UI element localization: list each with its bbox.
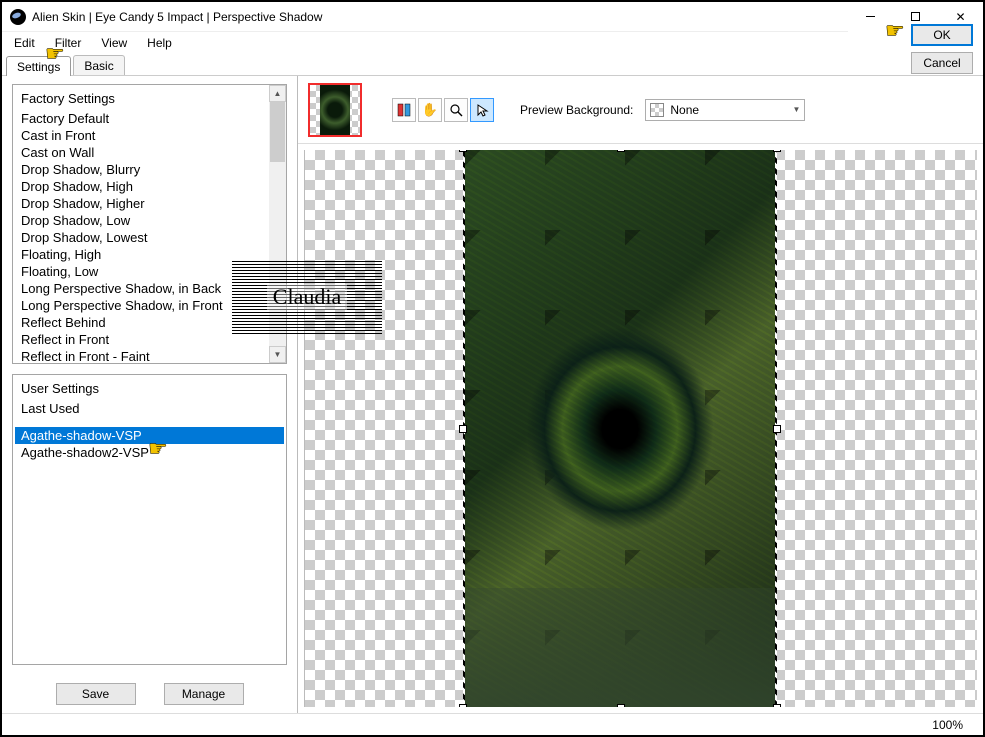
list-item[interactable]: Reflect in Front - Faint	[15, 348, 267, 363]
list-item[interactable]: Long Perspective Shadow, in Front	[15, 297, 267, 314]
menu-view[interactable]: View	[91, 33, 137, 53]
watermark-overlay: Claudia	[232, 260, 382, 334]
preview-thumbnail[interactable]	[308, 83, 362, 137]
minimize-icon	[866, 16, 875, 17]
watermark-text: Claudia	[267, 284, 347, 310]
list-item[interactable]: Reflect Behind	[15, 314, 267, 331]
scroll-down-icon[interactable]: ▼	[269, 346, 286, 363]
user-settings-header: User Settings	[15, 377, 284, 400]
chevron-down-icon: ▼	[792, 105, 800, 114]
zoom-level: 100%	[932, 718, 963, 732]
transparency-swatch-icon	[650, 103, 664, 117]
window-title: Alien Skin | Eye Candy 5 Impact | Perspe…	[32, 10, 322, 24]
list-item[interactable]: Drop Shadow, Blurry	[15, 161, 267, 178]
selection-handle[interactable]	[459, 150, 467, 152]
preview-background-select[interactable]: None ▼	[645, 99, 805, 121]
settings-buttons: Save Manage	[12, 675, 287, 705]
scroll-thumb[interactable]	[270, 102, 285, 162]
menu-bar: Edit Filter View Help	[2, 32, 983, 54]
menu-help[interactable]: Help	[137, 33, 182, 53]
user-list-inner: User Settings Last Used Agathe-shadow-VS…	[13, 375, 286, 664]
preview-pane: ✋ Preview Background: None ▼	[298, 76, 983, 713]
annotation-pointer-ok	[885, 24, 911, 42]
preview-toolbar: ✋ Preview Background: None ▼	[298, 76, 983, 144]
list-item[interactable]: Drop Shadow, Lowest	[15, 229, 267, 246]
list-item[interactable]: Drop Shadow, Higher	[15, 195, 267, 212]
scroll-up-icon[interactable]: ▲	[269, 85, 286, 102]
zoom-tool-icon[interactable]	[444, 98, 468, 122]
selection-handle[interactable]	[773, 425, 781, 433]
selection-handle[interactable]	[617, 704, 625, 707]
list-item[interactable]: Reflect in Front	[15, 331, 267, 348]
ok-button[interactable]: OK	[911, 24, 973, 46]
hand-pointer-icon	[148, 442, 174, 460]
tab-basic[interactable]: Basic	[73, 55, 124, 75]
save-button[interactable]: Save	[56, 683, 136, 705]
user-settings-list[interactable]: User Settings Last Used Agathe-shadow-VS…	[12, 374, 287, 665]
annotation-pointer-preset	[148, 442, 174, 460]
preview-background-label: Preview Background:	[520, 103, 633, 117]
menu-edit[interactable]: Edit	[4, 33, 45, 53]
app-icon	[10, 9, 26, 25]
settings-pane: Factory Settings Factory Default Cast in…	[2, 76, 298, 713]
selection-handle[interactable]	[459, 425, 467, 433]
hand-tool-icon[interactable]: ✋	[418, 98, 442, 122]
selection-handle[interactable]	[773, 704, 781, 707]
list-item[interactable]: Cast in Front	[15, 127, 267, 144]
ok-cancel-group: OK Cancel	[911, 24, 973, 74]
tool-icons: ✋	[392, 98, 494, 122]
tabs-bar: Settings Basic OK Cancel	[2, 54, 983, 76]
list-item[interactable]: Long Perspective Shadow, in Back	[15, 280, 267, 297]
last-used-item[interactable]: Last Used	[15, 400, 284, 417]
title-bar: Alien Skin | Eye Candy 5 Impact | Perspe…	[2, 2, 983, 32]
selection-handle[interactable]	[459, 704, 467, 707]
selection-marquee	[463, 150, 777, 707]
selection-handle[interactable]	[617, 150, 625, 152]
maximize-icon	[911, 12, 920, 21]
preview-canvas[interactable]	[304, 150, 977, 707]
list-item[interactable]: Drop Shadow, Low	[15, 212, 267, 229]
list-item[interactable]: Drop Shadow, High	[15, 178, 267, 195]
status-bar: 100%	[2, 713, 983, 735]
pointer-tool-icon[interactable]	[470, 98, 494, 122]
cancel-button[interactable]: Cancel	[911, 52, 973, 74]
split-preview-icon[interactable]	[392, 98, 416, 122]
list-item[interactable]: Floating, Low	[15, 263, 267, 280]
factory-settings-header: Factory Settings	[15, 87, 267, 110]
list-item[interactable]: Factory Default	[15, 110, 267, 127]
manage-button[interactable]: Manage	[164, 683, 244, 705]
list-item[interactable]: Cast on Wall	[15, 144, 267, 161]
selection-handle[interactable]	[773, 150, 781, 152]
preview-background-value: None	[670, 103, 699, 117]
annotation-pointer-filter	[45, 47, 71, 65]
factory-list-inner: Factory Settings Factory Default Cast in…	[13, 85, 269, 363]
hand-pointer-icon	[45, 47, 71, 65]
list-item[interactable]: Floating, High	[15, 246, 267, 263]
thumbnail-image	[320, 85, 350, 135]
content-area: Factory Settings Factory Default Cast in…	[2, 76, 983, 713]
hand-pointer-icon	[885, 24, 911, 42]
close-icon	[955, 10, 965, 24]
